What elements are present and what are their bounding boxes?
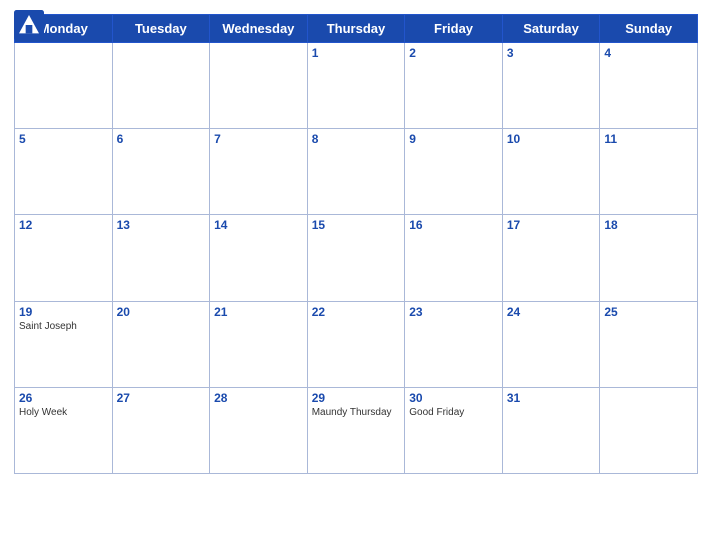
day-number: 9 — [409, 132, 498, 146]
calendar-cell: 26 Holy Week — [15, 387, 113, 473]
day-number: 3 — [507, 46, 596, 60]
weekday-header-wednesday: Wednesday — [210, 15, 308, 43]
general-blue-logo-icon — [14, 10, 44, 40]
day-number: 16 — [409, 218, 498, 232]
calendar-cell: 24 — [502, 301, 600, 387]
day-number: 29 — [312, 391, 401, 405]
calendar-cell — [210, 43, 308, 129]
calendar-wrapper: MondayTuesdayWednesdayThursdayFridaySatu… — [0, 0, 712, 550]
calendar-cell: 4 — [600, 43, 698, 129]
calendar-cell: 1 — [307, 43, 405, 129]
calendar-cell: 10 — [502, 129, 600, 215]
day-number: 22 — [312, 305, 401, 319]
week-row-3: 12 13 14 15 16 17 18 — [15, 215, 698, 301]
day-number: 14 — [214, 218, 303, 232]
holiday-name: Maundy Thursday — [312, 407, 401, 419]
day-number: 30 — [409, 391, 498, 405]
day-number: 24 — [507, 305, 596, 319]
day-number: 2 — [409, 46, 498, 60]
calendar-cell: 21 — [210, 301, 308, 387]
weekday-header-thursday: Thursday — [307, 15, 405, 43]
day-number: 12 — [19, 218, 108, 232]
calendar-cell: 12 — [15, 215, 113, 301]
calendar-cell: 7 — [210, 129, 308, 215]
calendar-cell: 20 — [112, 301, 210, 387]
week-row-5: 26 Holy Week 27 28 29 Maundy Thursday 30 Good F… — [15, 387, 698, 473]
day-number: 31 — [507, 391, 596, 405]
day-number: 6 — [117, 132, 206, 146]
day-number: 25 — [604, 305, 693, 319]
day-number: 26 — [19, 391, 108, 405]
day-number: 21 — [214, 305, 303, 319]
calendar-cell: 25 — [600, 301, 698, 387]
calendar-cell: 6 — [112, 129, 210, 215]
calendar-cell: 14 — [210, 215, 308, 301]
day-number: 1 — [312, 46, 401, 60]
day-number: 15 — [312, 218, 401, 232]
calendar-cell — [15, 43, 113, 129]
day-number: 20 — [117, 305, 206, 319]
weekday-header-row: MondayTuesdayWednesdayThursdayFridaySatu… — [15, 15, 698, 43]
calendar-cell: 22 — [307, 301, 405, 387]
week-row-2: 56789 10 11 — [15, 129, 698, 215]
calendar-cell: 28 — [210, 387, 308, 473]
calendar-cell: 2 — [405, 43, 503, 129]
calendar-cell: 5 — [15, 129, 113, 215]
logo-area — [14, 10, 48, 40]
calendar-cell: 18 — [600, 215, 698, 301]
day-number: 11 — [604, 132, 693, 146]
calendar-cell: 31 — [502, 387, 600, 473]
holiday-name: Holy Week — [19, 407, 108, 419]
day-number: 28 — [214, 391, 303, 405]
day-number: 17 — [507, 218, 596, 232]
weekday-header-tuesday: Tuesday — [112, 15, 210, 43]
calendar-cell — [112, 43, 210, 129]
calendar-cell: 9 — [405, 129, 503, 215]
day-number: 19 — [19, 305, 108, 319]
calendar-cell: 30 Good Friday — [405, 387, 503, 473]
day-number: 13 — [117, 218, 206, 232]
holiday-name: Good Friday — [409, 407, 498, 419]
calendar-cell — [600, 387, 698, 473]
calendar-cell: 11 — [600, 129, 698, 215]
day-number: 18 — [604, 218, 693, 232]
day-number: 27 — [117, 391, 206, 405]
calendar-cell: 29 Maundy Thursday — [307, 387, 405, 473]
day-number: 8 — [312, 132, 401, 146]
calendar-cell: 27 — [112, 387, 210, 473]
calendar-cell: 13 — [112, 215, 210, 301]
calendar-cell: 3 — [502, 43, 600, 129]
calendar-cell: 8 — [307, 129, 405, 215]
weekday-header-friday: Friday — [405, 15, 503, 43]
calendar-cell: 17 — [502, 215, 600, 301]
weekday-header-sunday: Sunday — [600, 15, 698, 43]
calendar-cell: 15 — [307, 215, 405, 301]
day-number: 23 — [409, 305, 498, 319]
calendar-cell: 23 — [405, 301, 503, 387]
calendar-cell: 19 Saint Joseph — [15, 301, 113, 387]
day-number: 7 — [214, 132, 303, 146]
weekday-header-saturday: Saturday — [502, 15, 600, 43]
calendar-cell: 16 — [405, 215, 503, 301]
holiday-name: Saint Joseph — [19, 321, 108, 333]
week-row-4: 19 Saint Joseph 20 21 22 23 24 25 — [15, 301, 698, 387]
day-number: 4 — [604, 46, 693, 60]
week-row-1: 1234 — [15, 43, 698, 129]
day-number: 5 — [19, 132, 108, 146]
calendar-table: MondayTuesdayWednesdayThursdayFridaySatu… — [14, 14, 698, 474]
day-number: 10 — [507, 132, 596, 146]
